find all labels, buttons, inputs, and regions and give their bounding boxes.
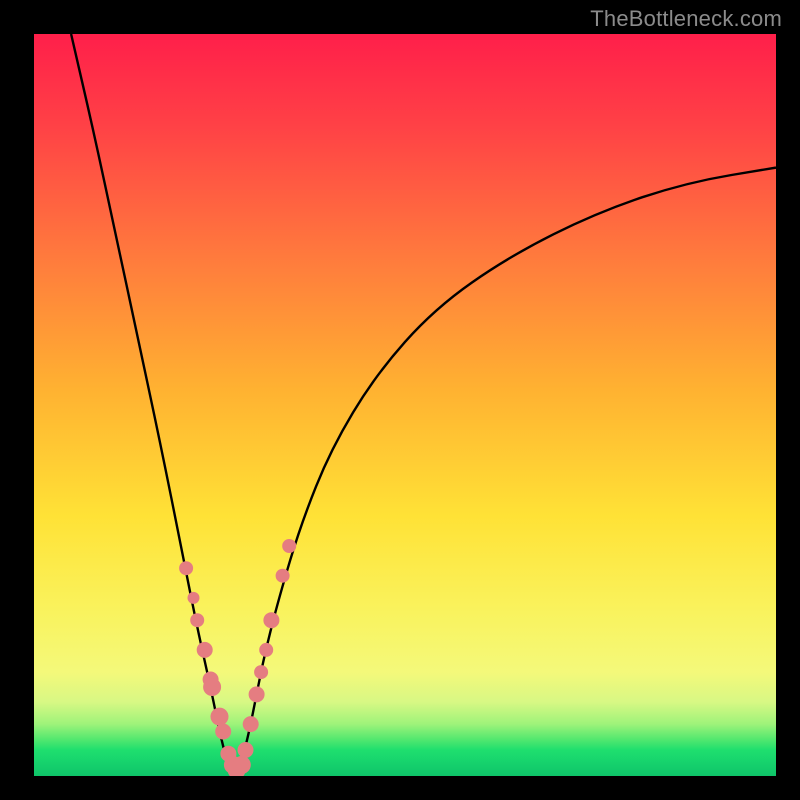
data-point — [263, 612, 279, 628]
data-point — [203, 678, 221, 696]
bottleneck-curve — [71, 34, 776, 772]
data-point — [259, 643, 273, 657]
data-point — [249, 686, 265, 702]
data-point — [276, 569, 290, 583]
data-point — [282, 539, 296, 553]
data-point — [238, 742, 254, 758]
data-point — [188, 592, 200, 604]
chart-container: TheBottleneck.com — [0, 0, 800, 800]
watermark-text: TheBottleneck.com — [590, 6, 782, 32]
data-point — [190, 613, 204, 627]
plot-area — [34, 34, 776, 776]
data-point — [233, 756, 251, 774]
data-point — [254, 665, 268, 679]
data-point — [215, 724, 231, 740]
data-point — [211, 708, 229, 726]
data-markers — [179, 539, 296, 776]
curve-overlay — [34, 34, 776, 776]
data-point — [179, 561, 193, 575]
data-point — [197, 642, 213, 658]
data-point — [243, 716, 259, 732]
